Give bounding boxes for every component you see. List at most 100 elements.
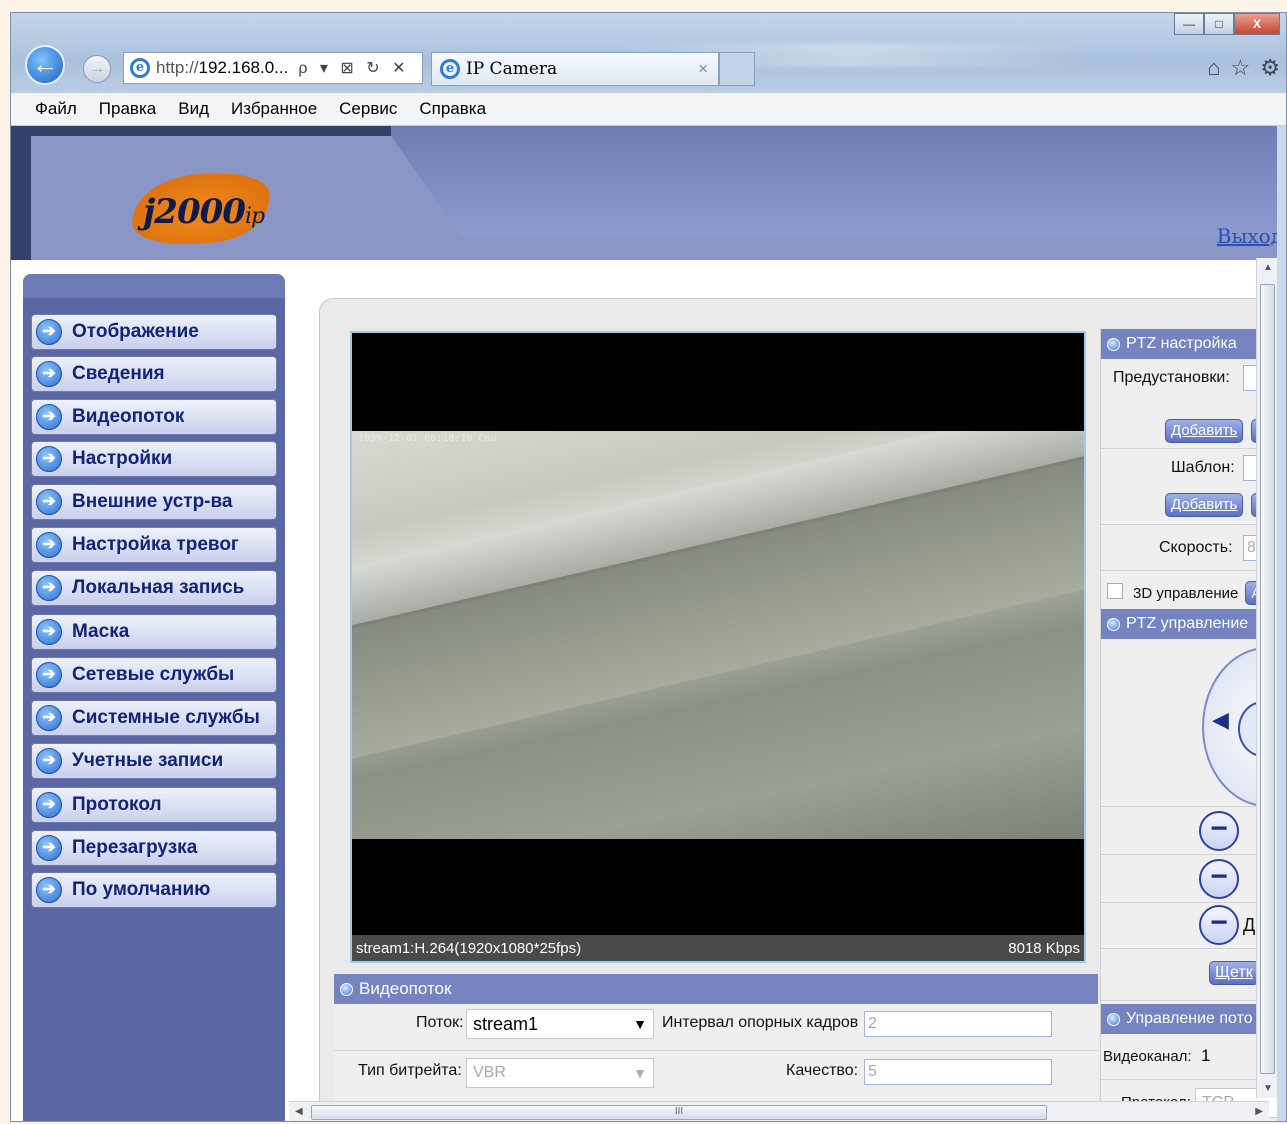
sidebar-item-defaults[interactable]: ➔ По умолчанию bbox=[31, 872, 277, 908]
video-osd-text: 1999-12-01 06:18:10 Cpu bbox=[358, 433, 497, 444]
stream-info: stream1:H.264(1920x1080*25fps) bbox=[356, 939, 582, 957]
vertical-scroll-thumb[interactable] bbox=[1260, 284, 1275, 1074]
gear-icon[interactable]: ⚙ bbox=[1260, 55, 1280, 81]
sidebar: ➔ Отображение ➔ Сведения ➔ Видеопоток ➔ Наст… bbox=[23, 274, 285, 1121]
arrow-icon: ➔ bbox=[36, 446, 62, 472]
menu-file[interactable]: Файл bbox=[35, 99, 77, 119]
horizontal-scroll-thumb[interactable]: III bbox=[311, 1105, 1047, 1120]
minimize-button[interactable]: — bbox=[1174, 13, 1204, 35]
focus-minus-button[interactable]: − bbox=[1199, 859, 1239, 899]
focus-row: − bbox=[1101, 855, 1277, 903]
menu-favorites[interactable]: Избранное bbox=[231, 99, 317, 119]
videostream-panel-header: Видеопоток bbox=[334, 974, 1098, 1004]
logout-link[interactable]: Выход bbox=[1217, 224, 1277, 248]
scroll-left-icon[interactable]: ◀ bbox=[295, 1106, 303, 1117]
forward-button[interactable]: → bbox=[83, 55, 111, 83]
horizontal-scrollbar[interactable]: ◀ III ▶ bbox=[289, 1101, 1269, 1121]
keyframe-label: Интервал опорных кадров bbox=[662, 1014, 859, 1031]
sidebar-item-label: Настройка тревог bbox=[72, 534, 239, 555]
address-bar[interactable]: e http:// 192.168.0... ρ ▾ ⊠ ↻ ✕ bbox=[123, 52, 423, 84]
sidebar-item-label: Протокол bbox=[72, 794, 162, 815]
sidebar-item-network-services[interactable]: ➔ Сетевые службы bbox=[31, 657, 277, 693]
sidebar-item-label: Настройки bbox=[72, 448, 173, 469]
close-window-button[interactable]: X bbox=[1234, 13, 1280, 35]
address-prefix: http:// bbox=[156, 58, 199, 77]
address-tools-icons[interactable]: ρ ▾ ⊠ ↻ ✕ bbox=[298, 58, 409, 78]
sidebar-item-system-services[interactable]: ➔ Системные службы bbox=[31, 700, 277, 736]
add-template-button[interactable]: Добавить bbox=[1165, 493, 1244, 517]
keyframe-input[interactable]: 2 bbox=[864, 1011, 1052, 1037]
tab-ip-camera[interactable]: e IP Camera × bbox=[431, 52, 719, 86]
favorites-icon[interactable]: ☆ bbox=[1231, 55, 1251, 81]
sidebar-item-local-record[interactable]: ➔ Локальная запись bbox=[31, 570, 277, 606]
bitrate-type-select[interactable]: VBR ▼ bbox=[466, 1058, 654, 1088]
template-row: Шаблон: Добавить v bbox=[1101, 449, 1277, 525]
home-icon[interactable]: ⌂ bbox=[1207, 55, 1220, 81]
toolbar-icons: ⌂ ☆ ⚙ bbox=[1207, 55, 1280, 81]
ptz-control-title: PTZ управление bbox=[1126, 615, 1249, 632]
scroll-up-icon[interactable]: ▲ bbox=[1263, 262, 1273, 273]
menu-edit[interactable]: Правка bbox=[99, 99, 156, 119]
ptz-control-header: PTZ управление bbox=[1101, 609, 1277, 639]
quality-input[interactable]: 5 bbox=[864, 1059, 1052, 1085]
arrow-icon: ➔ bbox=[36, 319, 62, 345]
add-preset-button[interactable]: Добавить bbox=[1165, 419, 1244, 443]
sidebar-item-label: Видеопоток bbox=[72, 406, 185, 427]
new-tab-button[interactable] bbox=[719, 52, 755, 86]
logo-text: j2000ip bbox=[143, 192, 265, 232]
sidebar-cap bbox=[23, 274, 285, 298]
arrow-icon: ➔ bbox=[36, 619, 62, 645]
arrow-icon: ➔ bbox=[36, 575, 62, 601]
presets-label: Предустановки: bbox=[1113, 369, 1230, 386]
bitrate-type-value: VBR bbox=[473, 1064, 506, 1081]
video-player[interactable]: 1999-12-01 06:18:10 Cpu stream1:H.264(19… bbox=[350, 331, 1086, 963]
logo: j2000ip bbox=[126, 164, 291, 254]
chevron-down-icon: ▼ bbox=[633, 1065, 647, 1081]
stream-control-header: Управление пото bbox=[1101, 1004, 1277, 1034]
template-label: Шаблон: bbox=[1171, 459, 1235, 476]
vertical-scrollbar[interactable]: ▲ ▼ bbox=[1256, 258, 1277, 1098]
stream-select[interactable]: stream1 ▼ bbox=[466, 1009, 654, 1039]
sidebar-item-label: По умолчанию bbox=[72, 879, 211, 900]
logo-main: j2000 bbox=[143, 192, 246, 232]
scroll-right-icon[interactable]: ▶ bbox=[1255, 1106, 1263, 1117]
sidebar-item-reboot[interactable]: ➔ Перезагрузка bbox=[31, 830, 277, 866]
arrow-icon: ➔ bbox=[36, 489, 62, 515]
menu-help[interactable]: Справка bbox=[419, 99, 486, 119]
menu-tools[interactable]: Сервис bbox=[339, 99, 397, 119]
sidebar-item-label: Сетевые службы bbox=[72, 664, 235, 685]
sidebar-item-label: Отображение bbox=[72, 321, 199, 342]
pan-left-icon[interactable]: ◀ bbox=[1212, 707, 1229, 733]
sidebar-item-label: Перезагрузка bbox=[72, 837, 198, 858]
arrow-icon: ➔ bbox=[36, 705, 62, 731]
sidebar-item-external-devices[interactable]: ➔ Внешние устр-ва bbox=[31, 484, 277, 520]
tab-close-icon[interactable]: × bbox=[698, 59, 708, 79]
zoom-minus-button[interactable]: − bbox=[1199, 811, 1239, 851]
sidebar-item-info[interactable]: ➔ Сведения bbox=[31, 356, 277, 392]
tab-title: IP Camera bbox=[466, 59, 558, 79]
header-banner: j2000ip Выход bbox=[11, 126, 1277, 260]
sidebar-item-mask[interactable]: ➔ Маска bbox=[31, 614, 277, 650]
sidebar-item-display[interactable]: ➔ Отображение bbox=[31, 314, 277, 350]
logo-suffix: ip bbox=[244, 204, 265, 229]
mode3d-checkbox[interactable] bbox=[1107, 583, 1123, 599]
menu-view[interactable]: Вид bbox=[178, 99, 209, 119]
sidebar-item-settings[interactable]: ➔ Настройки bbox=[31, 441, 277, 477]
wiper-button[interactable]: Щетк bbox=[1209, 961, 1259, 985]
iris-minus-button[interactable]: − bbox=[1199, 905, 1239, 945]
arrow-icon: ➔ bbox=[36, 877, 62, 903]
sidebar-item-accounts[interactable]: ➔ Учетные записи bbox=[31, 743, 277, 779]
back-button[interactable]: ← bbox=[25, 45, 65, 85]
bitrate-readout: 8018 Kbps bbox=[1008, 939, 1080, 957]
sidebar-item-protocol[interactable]: ➔ Протокол bbox=[31, 787, 277, 823]
quality-label: Качество: bbox=[786, 1062, 859, 1079]
sidebar-item-alarms[interactable]: ➔ Настройка тревог bbox=[31, 527, 277, 563]
sidebar-item-videostream[interactable]: ➔ Видеопоток bbox=[31, 399, 277, 435]
maximize-button[interactable]: □ bbox=[1204, 13, 1234, 35]
scroll-down-icon[interactable]: ▼ bbox=[1263, 1083, 1273, 1094]
mode3d-label: 3D управление bbox=[1133, 585, 1239, 602]
window-controls: — □ X bbox=[1174, 13, 1280, 35]
banner-top bbox=[391, 126, 1277, 238]
sidebar-item-label: Внешние устр-ва bbox=[72, 491, 233, 512]
video-status-bar: stream1:H.264(1920x1080*25fps) 8018 Kbps bbox=[352, 935, 1084, 961]
